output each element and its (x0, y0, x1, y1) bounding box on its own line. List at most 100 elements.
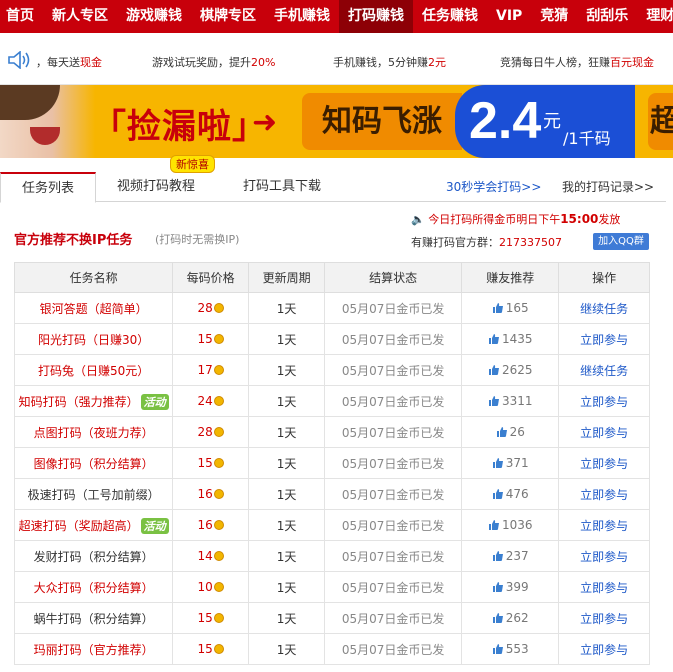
task-likes[interactable]: 26 (461, 416, 560, 448)
ticker-item-4[interactable]: 竞猜每日牛人榜，狂赚百元现金 (500, 54, 654, 70)
task-name[interactable]: 打码兔（日赚50元） (13, 354, 174, 386)
nav-item[interactable]: VIP (487, 0, 531, 33)
likes-count: 3311 (501, 394, 533, 408)
task-name-text[interactable]: 超速打码（奖励超高） (19, 519, 139, 533)
tab-task-list[interactable]: 任务列表 (0, 172, 96, 203)
section-subtitle: (打码时无需换IP) (155, 233, 240, 246)
task-status: 05月07日金币已发 (324, 602, 463, 634)
task-name[interactable]: 银河答题（超简单） (13, 292, 174, 324)
task-action-link[interactable]: 立即参与 (558, 385, 650, 417)
thumbs-up-icon (492, 458, 503, 468)
task-likes[interactable]: 1435 (461, 323, 560, 355)
nav-item[interactable]: 打码赚钱 (339, 0, 413, 33)
price-value: 15 (197, 332, 213, 346)
task-likes[interactable]: 399 (461, 571, 560, 603)
coin-icon (213, 365, 224, 375)
task-name[interactable]: 图像打码（积分结算） (13, 447, 174, 479)
nav-item[interactable]: 刮刮乐 (577, 0, 637, 33)
task-name[interactable]: 阳光打码（日赚30） (13, 323, 174, 355)
task-name[interactable]: 知码打码（强力推荐） 活动 (13, 385, 174, 417)
banner-price-value: 2.4 (469, 92, 542, 150)
task-name-text[interactable]: 知码打码（强力推荐） (19, 395, 139, 409)
nav-item[interactable]: 棋牌专区 (191, 0, 265, 33)
task-name[interactable]: 玛丽打码（官方推荐） (13, 633, 174, 665)
task-likes[interactable]: 371 (461, 447, 560, 479)
task-action-link[interactable]: 继续任务 (558, 292, 650, 324)
task-name-text[interactable]: 银河答题（超简单） (40, 302, 148, 316)
task-cycle: 1天 (248, 571, 326, 603)
task-action-link[interactable]: 立即参与 (558, 509, 650, 541)
task-name[interactable]: 极速打码（工号加前缀） (13, 478, 174, 510)
likes-count: 2625 (501, 363, 533, 377)
task-likes[interactable]: 2625 (461, 354, 560, 386)
ticker-item-1[interactable]: ，每天送现金 (36, 54, 102, 70)
task-name-text[interactable]: 蜗牛打码（积分结算） (34, 612, 154, 626)
task-likes[interactable]: 165 (461, 292, 560, 324)
nav-item[interactable]: 新人专区 (43, 0, 117, 33)
task-likes[interactable]: 553 (461, 633, 560, 665)
column-header: 每码价格 (172, 262, 250, 293)
column-header: 赚友推荐 (461, 262, 560, 293)
task-name[interactable]: 大众打码（积分结算） (13, 571, 174, 603)
task-price: 15 (172, 323, 250, 355)
task-likes[interactable]: 476 (461, 478, 560, 510)
coin-icon (213, 613, 224, 623)
task-name-text[interactable]: 玛丽打码（官方推荐） (34, 643, 154, 657)
thumbs-up-icon (492, 644, 503, 654)
task-action-link[interactable]: 立即参与 (558, 478, 650, 510)
task-name-text[interactable]: 极速打码（工号加前缀） (28, 488, 160, 502)
join-qq-button[interactable]: 加入QQ群 (593, 233, 649, 250)
likes-count: 1036 (501, 518, 533, 532)
banner-price-per: /1千码 (563, 129, 611, 148)
hot-badge: 活动 (140, 517, 169, 534)
records-link[interactable]: 我的打码记录>> (562, 178, 654, 195)
task-likes[interactable]: 1036 (461, 509, 560, 541)
task-status: 05月07日金币已发 (324, 509, 463, 541)
nav-item[interactable]: 手机赚钱 (265, 0, 339, 33)
ticker-item-2[interactable]: 游戏试玩奖励，提升20% (152, 54, 275, 70)
task-name[interactable]: 超速打码（奖励超高） 活动 (13, 509, 174, 541)
tab-tool-download[interactable]: 打码工具下载 (226, 172, 338, 202)
task-action-link[interactable]: 继续任务 (558, 354, 650, 386)
thumbs-up-icon (488, 334, 499, 344)
task-price: 24 (172, 385, 250, 417)
learn-link[interactable]: 30秒学会打码>> (446, 178, 541, 195)
task-name-text[interactable]: 发财打码（积分结算） (34, 550, 154, 564)
nav-item[interactable]: 首页 (0, 0, 43, 33)
nav-item[interactable]: 理财 (637, 0, 673, 33)
task-action-link[interactable]: 立即参与 (558, 323, 650, 355)
tab-video-tutorial[interactable]: 视频打码教程 (100, 172, 212, 202)
likes-count: 262 (505, 611, 529, 625)
task-action-link[interactable]: 立即参与 (558, 540, 650, 572)
task-cycle: 1天 (248, 385, 326, 417)
task-name-text[interactable]: 点图打码（夜班力荐） (34, 426, 154, 440)
likes-count: 476 (505, 487, 529, 501)
task-action-link[interactable]: 立即参与 (558, 447, 650, 479)
task-likes[interactable]: 3311 (461, 385, 560, 417)
task-name-text[interactable]: 打码兔（日赚50元） (38, 364, 149, 378)
task-name[interactable]: 发财打码（积分结算） (13, 540, 174, 572)
task-name-text[interactable]: 图像打码（积分结算） (34, 457, 154, 471)
qq-number: 217337507 (499, 236, 562, 249)
task-name-text[interactable]: 阳光打码（日赚30） (38, 333, 149, 347)
task-action-link[interactable]: 立即参与 (558, 416, 650, 448)
task-cycle: 1天 (248, 416, 326, 448)
promo-banner[interactable]: 「捡漏啦」 ➜ 知码飞涨 2.4 元 /1千码 超 (0, 85, 673, 158)
task-name-text[interactable]: 大众打码（积分结算） (34, 581, 154, 595)
column-header: 结算状态 (324, 262, 463, 293)
top-nav: 首页 新人专区 游戏赚钱 棋牌专区 手机赚钱 打码赚钱 任务赚钱 VIP 竞猜 刮刮乐 理财 (0, 0, 673, 33)
task-action-link[interactable]: 立即参与 (558, 571, 650, 603)
task-action-link[interactable]: 立即参与 (558, 633, 650, 665)
nav-item[interactable]: 任务赚钱 (413, 0, 487, 33)
task-status: 05月07日金币已发 (324, 478, 463, 510)
task-action-link[interactable]: 立即参与 (558, 602, 650, 634)
task-price: 15 (172, 602, 250, 634)
likes-count: 1435 (501, 332, 533, 346)
task-name[interactable]: 点图打码（夜班力荐） (13, 416, 174, 448)
nav-item[interactable]: 游戏赚钱 (117, 0, 191, 33)
task-likes[interactable]: 262 (461, 602, 560, 634)
ticker-item-3[interactable]: 手机赚钱，5分钟赚2元 (333, 54, 446, 70)
task-name[interactable]: 蜗牛打码（积分结算） (13, 602, 174, 634)
nav-item[interactable]: 竞猜 (531, 0, 577, 33)
task-likes[interactable]: 237 (461, 540, 560, 572)
